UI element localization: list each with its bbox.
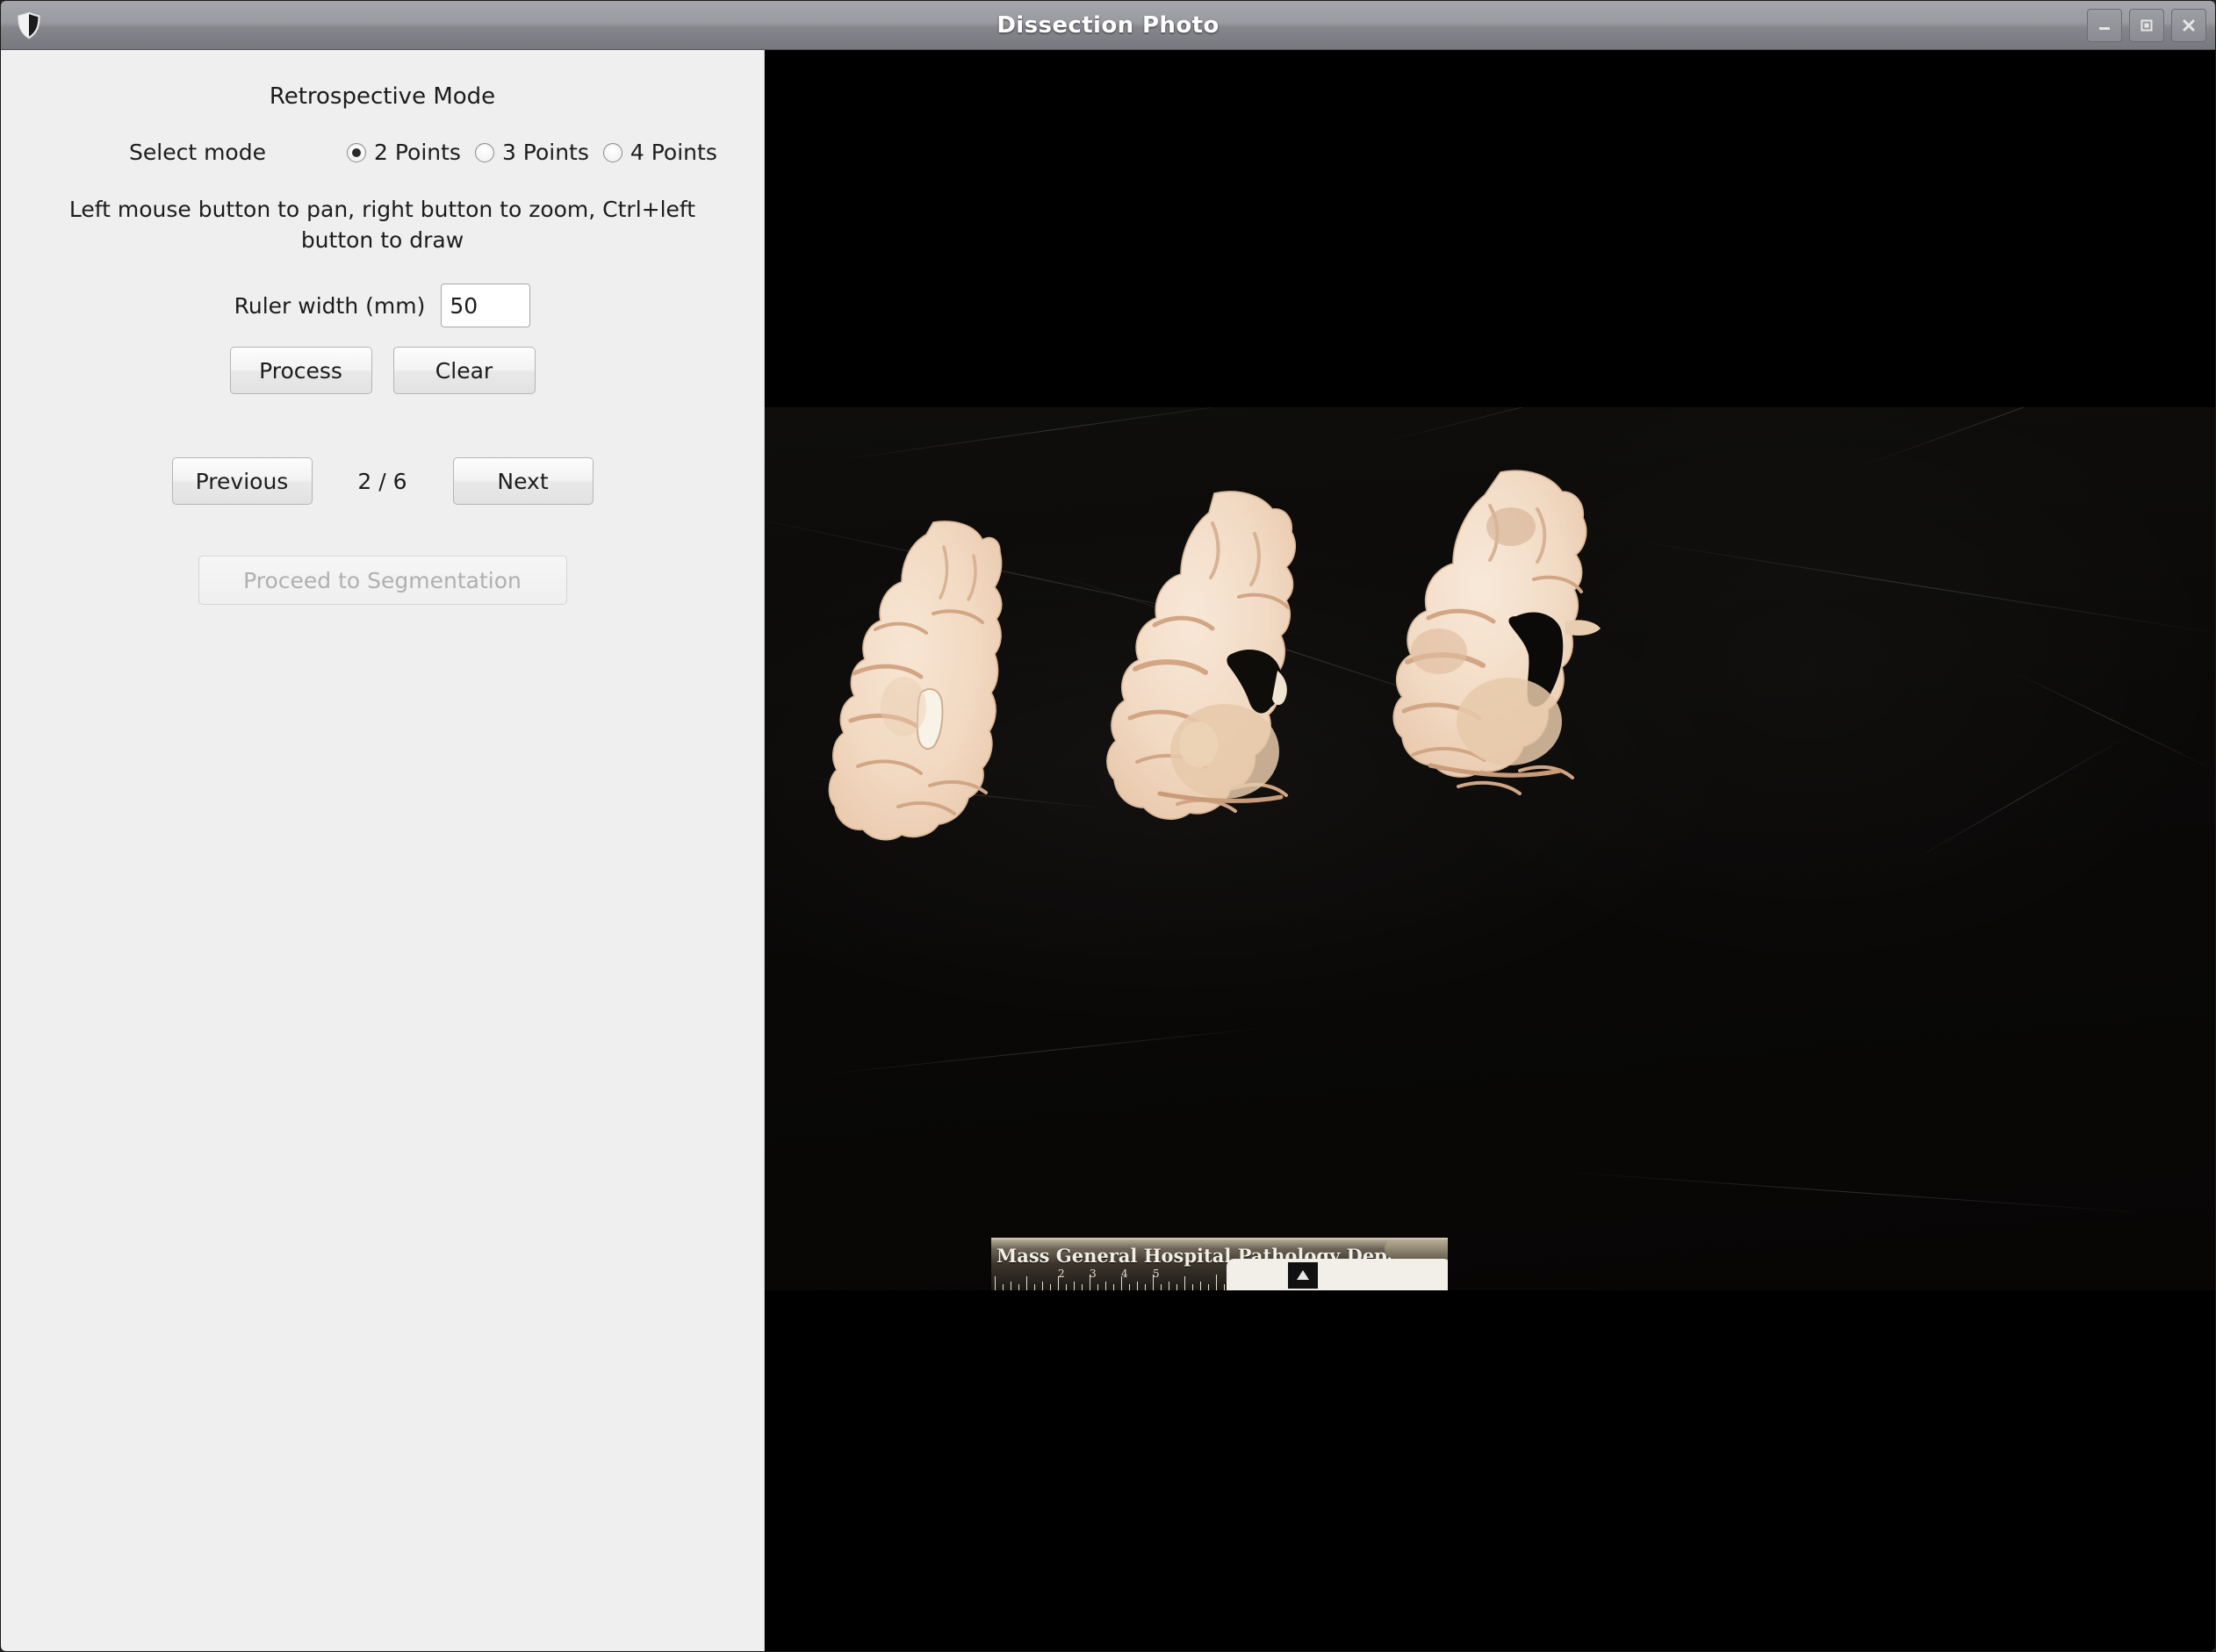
process-button[interactable]: Process <box>230 347 372 394</box>
ruler-width-label: Ruler width (mm) <box>234 293 426 319</box>
brain-slice-3[interactable] <box>1379 467 1643 862</box>
radio-4-points-label: 4 Points <box>630 140 717 165</box>
mouse-hint-text: Left mouse button to pan, right button t… <box>1 195 764 255</box>
dissection-photo-viewer[interactable]: Mass General Hospital Pathology Departme… <box>765 50 2215 1651</box>
ruler-width-row: Ruler width (mm) <box>1 284 764 327</box>
action-button-row: Process Clear <box>1 347 764 394</box>
maximize-icon[interactable] <box>2129 9 2164 42</box>
control-panel: Retrospective Mode Select mode 2 Points … <box>1 50 765 1651</box>
mode-title: Retrospective Mode <box>1 83 764 110</box>
proceed-to-segmentation-button[interactable]: Proceed to Segmentation <box>198 556 567 605</box>
ruler-tick-2: 2 <box>1058 1268 1065 1280</box>
pathology-ruler-card: Mass General Hospital Pathology Departme… <box>991 1238 1448 1290</box>
ruler-logo-icon <box>1288 1262 1318 1289</box>
ruler-tick-4: 4 <box>1121 1268 1128 1280</box>
window-controls <box>2087 9 2206 42</box>
page-indicator: 2 / 6 <box>313 469 453 494</box>
clear-button[interactable]: Clear <box>393 347 536 394</box>
next-button[interactable]: Next <box>453 457 594 505</box>
mode-selection-row: Select mode 2 Points 3 Points 4 Points <box>1 140 764 165</box>
minimize-icon[interactable] <box>2087 9 2122 42</box>
close-icon[interactable] <box>2171 9 2206 42</box>
radio-2-points-label: 2 Points <box>374 140 461 165</box>
photo-canvas[interactable]: Mass General Hospital Pathology Departme… <box>765 407 2215 1290</box>
application-window: Dissection Photo Retr <box>0 0 2216 1652</box>
brain-slice-2[interactable] <box>1105 488 1351 866</box>
ruler-tick-5: 5 <box>1153 1268 1160 1280</box>
select-mode-label: Select mode <box>129 140 266 165</box>
brain-slice-1[interactable] <box>828 517 1074 868</box>
shield-icon <box>10 6 48 45</box>
radio-2-points-dot[interactable] <box>347 143 366 162</box>
radio-3-points-label: 3 Points <box>502 140 589 165</box>
radio-4-points-dot[interactable] <box>603 143 622 162</box>
ruler-white-tab <box>1227 1259 1448 1290</box>
radio-2-points[interactable]: 2 Points <box>347 140 461 165</box>
ruler-tick-3: 3 <box>1090 1268 1097 1280</box>
specimen-strip <box>1385 1239 1448 1259</box>
previous-button[interactable]: Previous <box>172 457 313 505</box>
navigation-row: Previous 2 / 6 Next <box>1 457 764 505</box>
proceed-row: Proceed to Segmentation <box>1 556 764 605</box>
points-radio-group: 2 Points 3 Points 4 Points <box>347 140 717 165</box>
radio-3-points-dot[interactable] <box>475 143 494 162</box>
radio-4-points[interactable]: 4 Points <box>603 140 717 165</box>
window-content: Retrospective Mode Select mode 2 Points … <box>1 50 2215 1651</box>
radio-3-points[interactable]: 3 Points <box>475 140 589 165</box>
window-title: Dissection Photo <box>1 12 2215 39</box>
ruler-width-input[interactable] <box>441 284 530 327</box>
title-bar[interactable]: Dissection Photo <box>1 1 2215 50</box>
